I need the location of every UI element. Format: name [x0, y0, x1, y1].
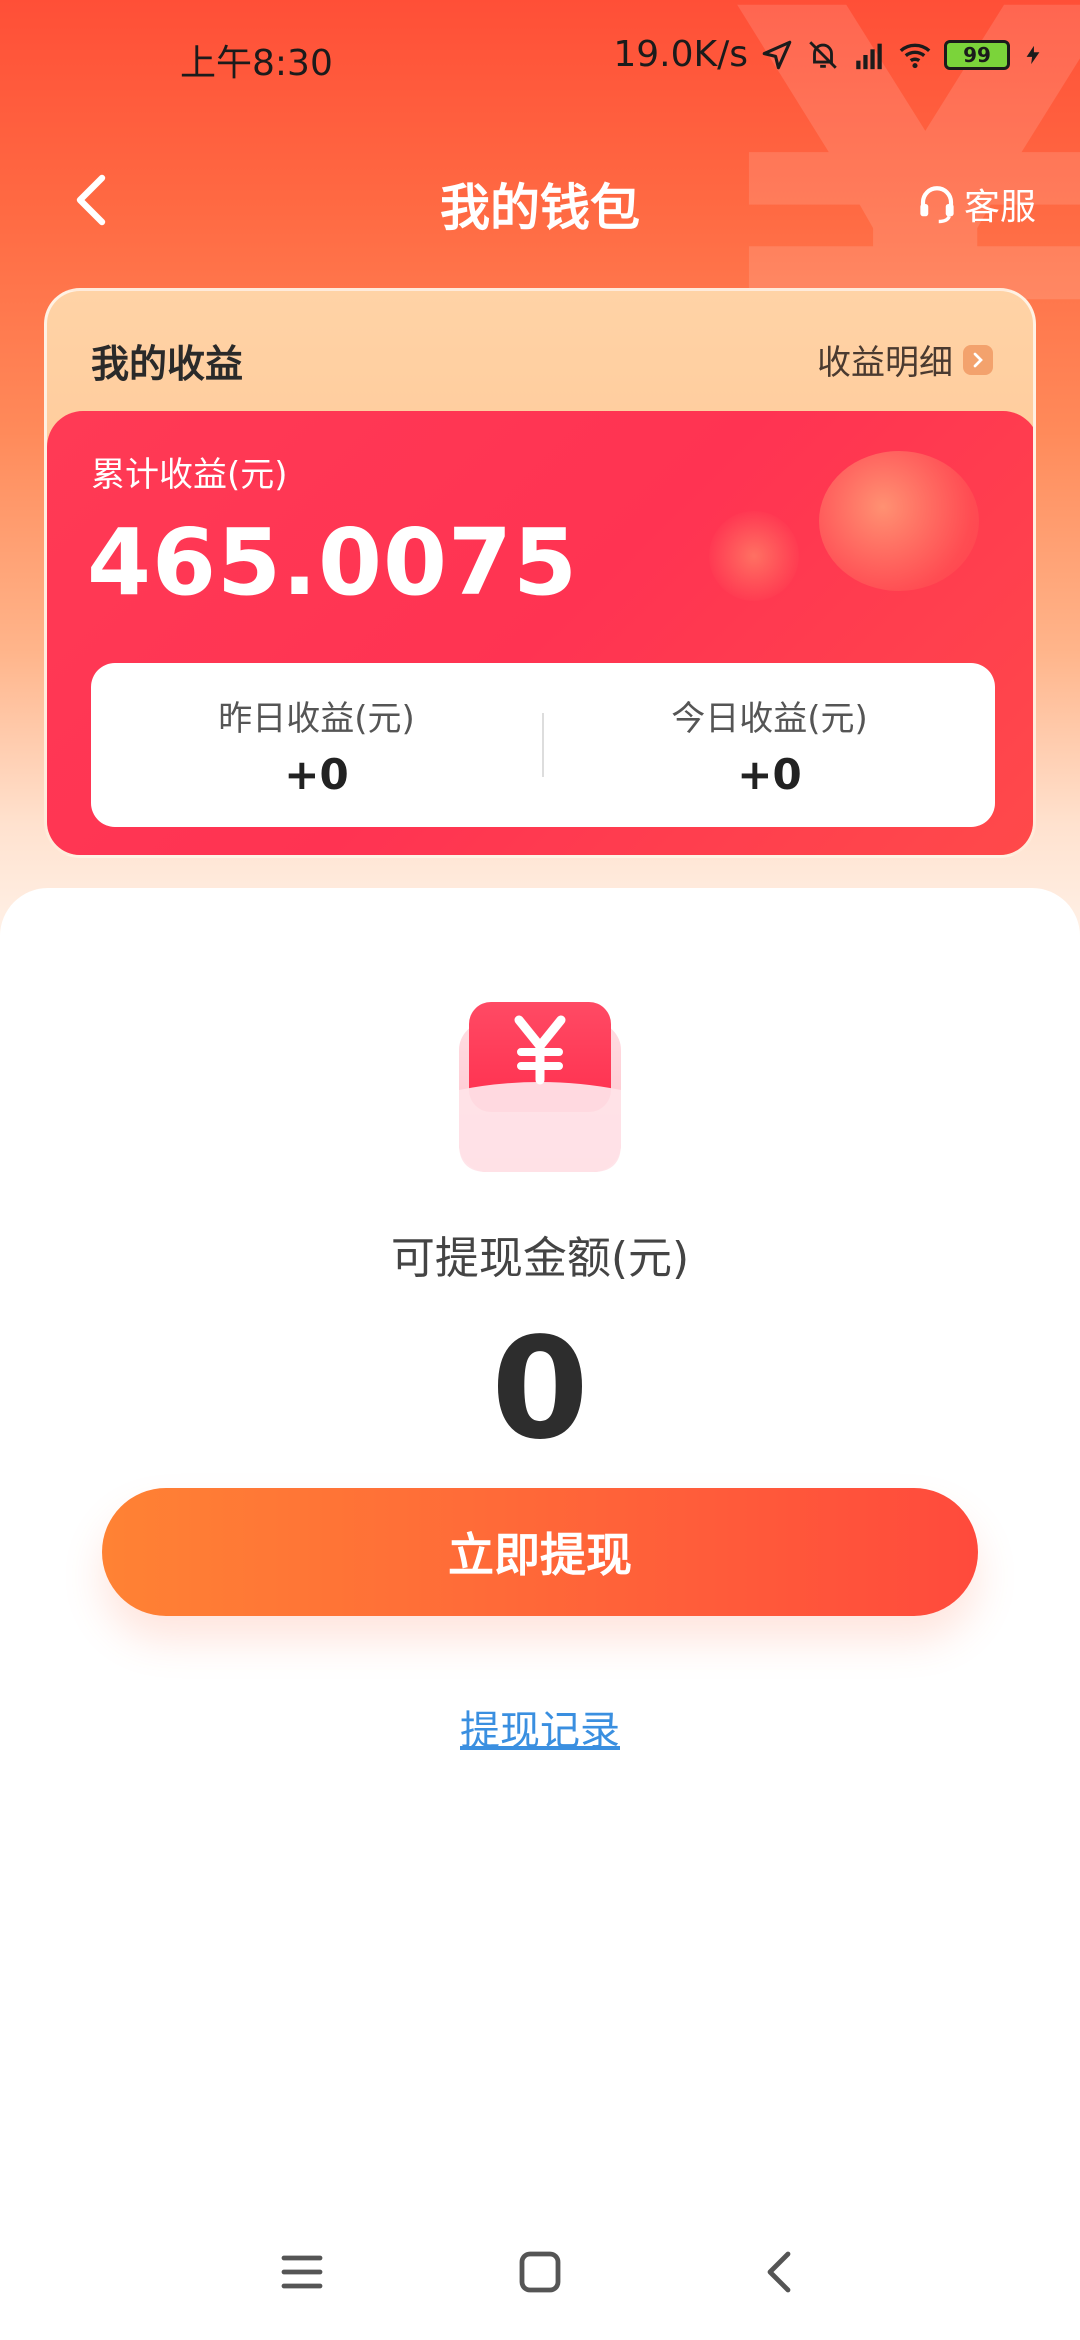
withdrawable-amount: 0 [491, 1308, 589, 1471]
system-back-button[interactable] [748, 2242, 808, 2302]
customer-service-button[interactable]: 客服 [916, 178, 1036, 230]
decorative-blob [819, 451, 979, 591]
nav-bar: 我的钱包 客服 [0, 150, 1080, 250]
mute-icon [809, 40, 837, 69]
decorative-blob [709, 511, 799, 601]
earnings-detail-label: 收益明细 [817, 343, 953, 383]
headset-icon [920, 186, 954, 224]
home-square-icon [519, 2251, 561, 2293]
wifi-icon [899, 43, 931, 68]
status-icons: 19.0K/s 99 [613, 34, 1044, 75]
system-navigation-bar [0, 2220, 1080, 2320]
today-earnings-label: 今日收益(元) [671, 699, 868, 739]
menu-icon [281, 2255, 323, 2289]
yesterday-earnings-value: +0 [284, 750, 349, 799]
wallet-page: ¥ 上午8:30 19.0K/s 99 我的钱包 客服 我的收益 收益明细 累计… [0, 0, 1080, 2340]
location-icon [762, 40, 792, 69]
signal-icon [856, 43, 882, 69]
total-earnings-value: 465.0075 [87, 509, 579, 616]
today-earnings-value: +0 [737, 750, 802, 799]
earnings-title: 我的收益 [91, 342, 244, 386]
total-earnings-label: 累计收益(元) [91, 455, 288, 495]
status-time: 上午8:30 [180, 43, 333, 84]
wallet-yen-icon [459, 1002, 621, 1172]
chevron-right-icon [963, 344, 993, 375]
charging-icon [1026, 45, 1040, 64]
total-earnings-panel: 累计收益(元) 465.0075 昨日收益(元) +0 今日收益(元) +0 [47, 411, 1033, 855]
menu-button[interactable] [272, 2242, 332, 2302]
battery-icon: 99 [944, 39, 1010, 70]
yesterday-earnings: 昨日收益(元) +0 [91, 691, 542, 799]
withdrawable-label: 可提现金额(元) [390, 1233, 690, 1284]
customer-service-label: 客服 [963, 187, 1036, 228]
back-arrow-icon [767, 2251, 791, 2293]
status-bar: 上午8:30 19.0K/s 99 [0, 0, 1080, 120]
earnings-card: 我的收益 收益明细 累计收益(元) 465.0075 昨日收益(元) +0 今日… [44, 288, 1036, 858]
home-button[interactable] [510, 2242, 570, 2302]
today-earnings: 今日收益(元) +0 [544, 691, 995, 799]
network-speed: 19.0K/s [613, 34, 748, 75]
withdraw-record-link[interactable]: 提现记录 [0, 1698, 1080, 1756]
withdraw-now-button[interactable]: 立即提现 [102, 1488, 978, 1616]
yesterday-earnings-label: 昨日收益(元) [218, 699, 415, 739]
daily-earnings-box: 昨日收益(元) +0 今日收益(元) +0 [91, 663, 995, 827]
earnings-detail-link[interactable]: 收益明细 [817, 335, 993, 384]
